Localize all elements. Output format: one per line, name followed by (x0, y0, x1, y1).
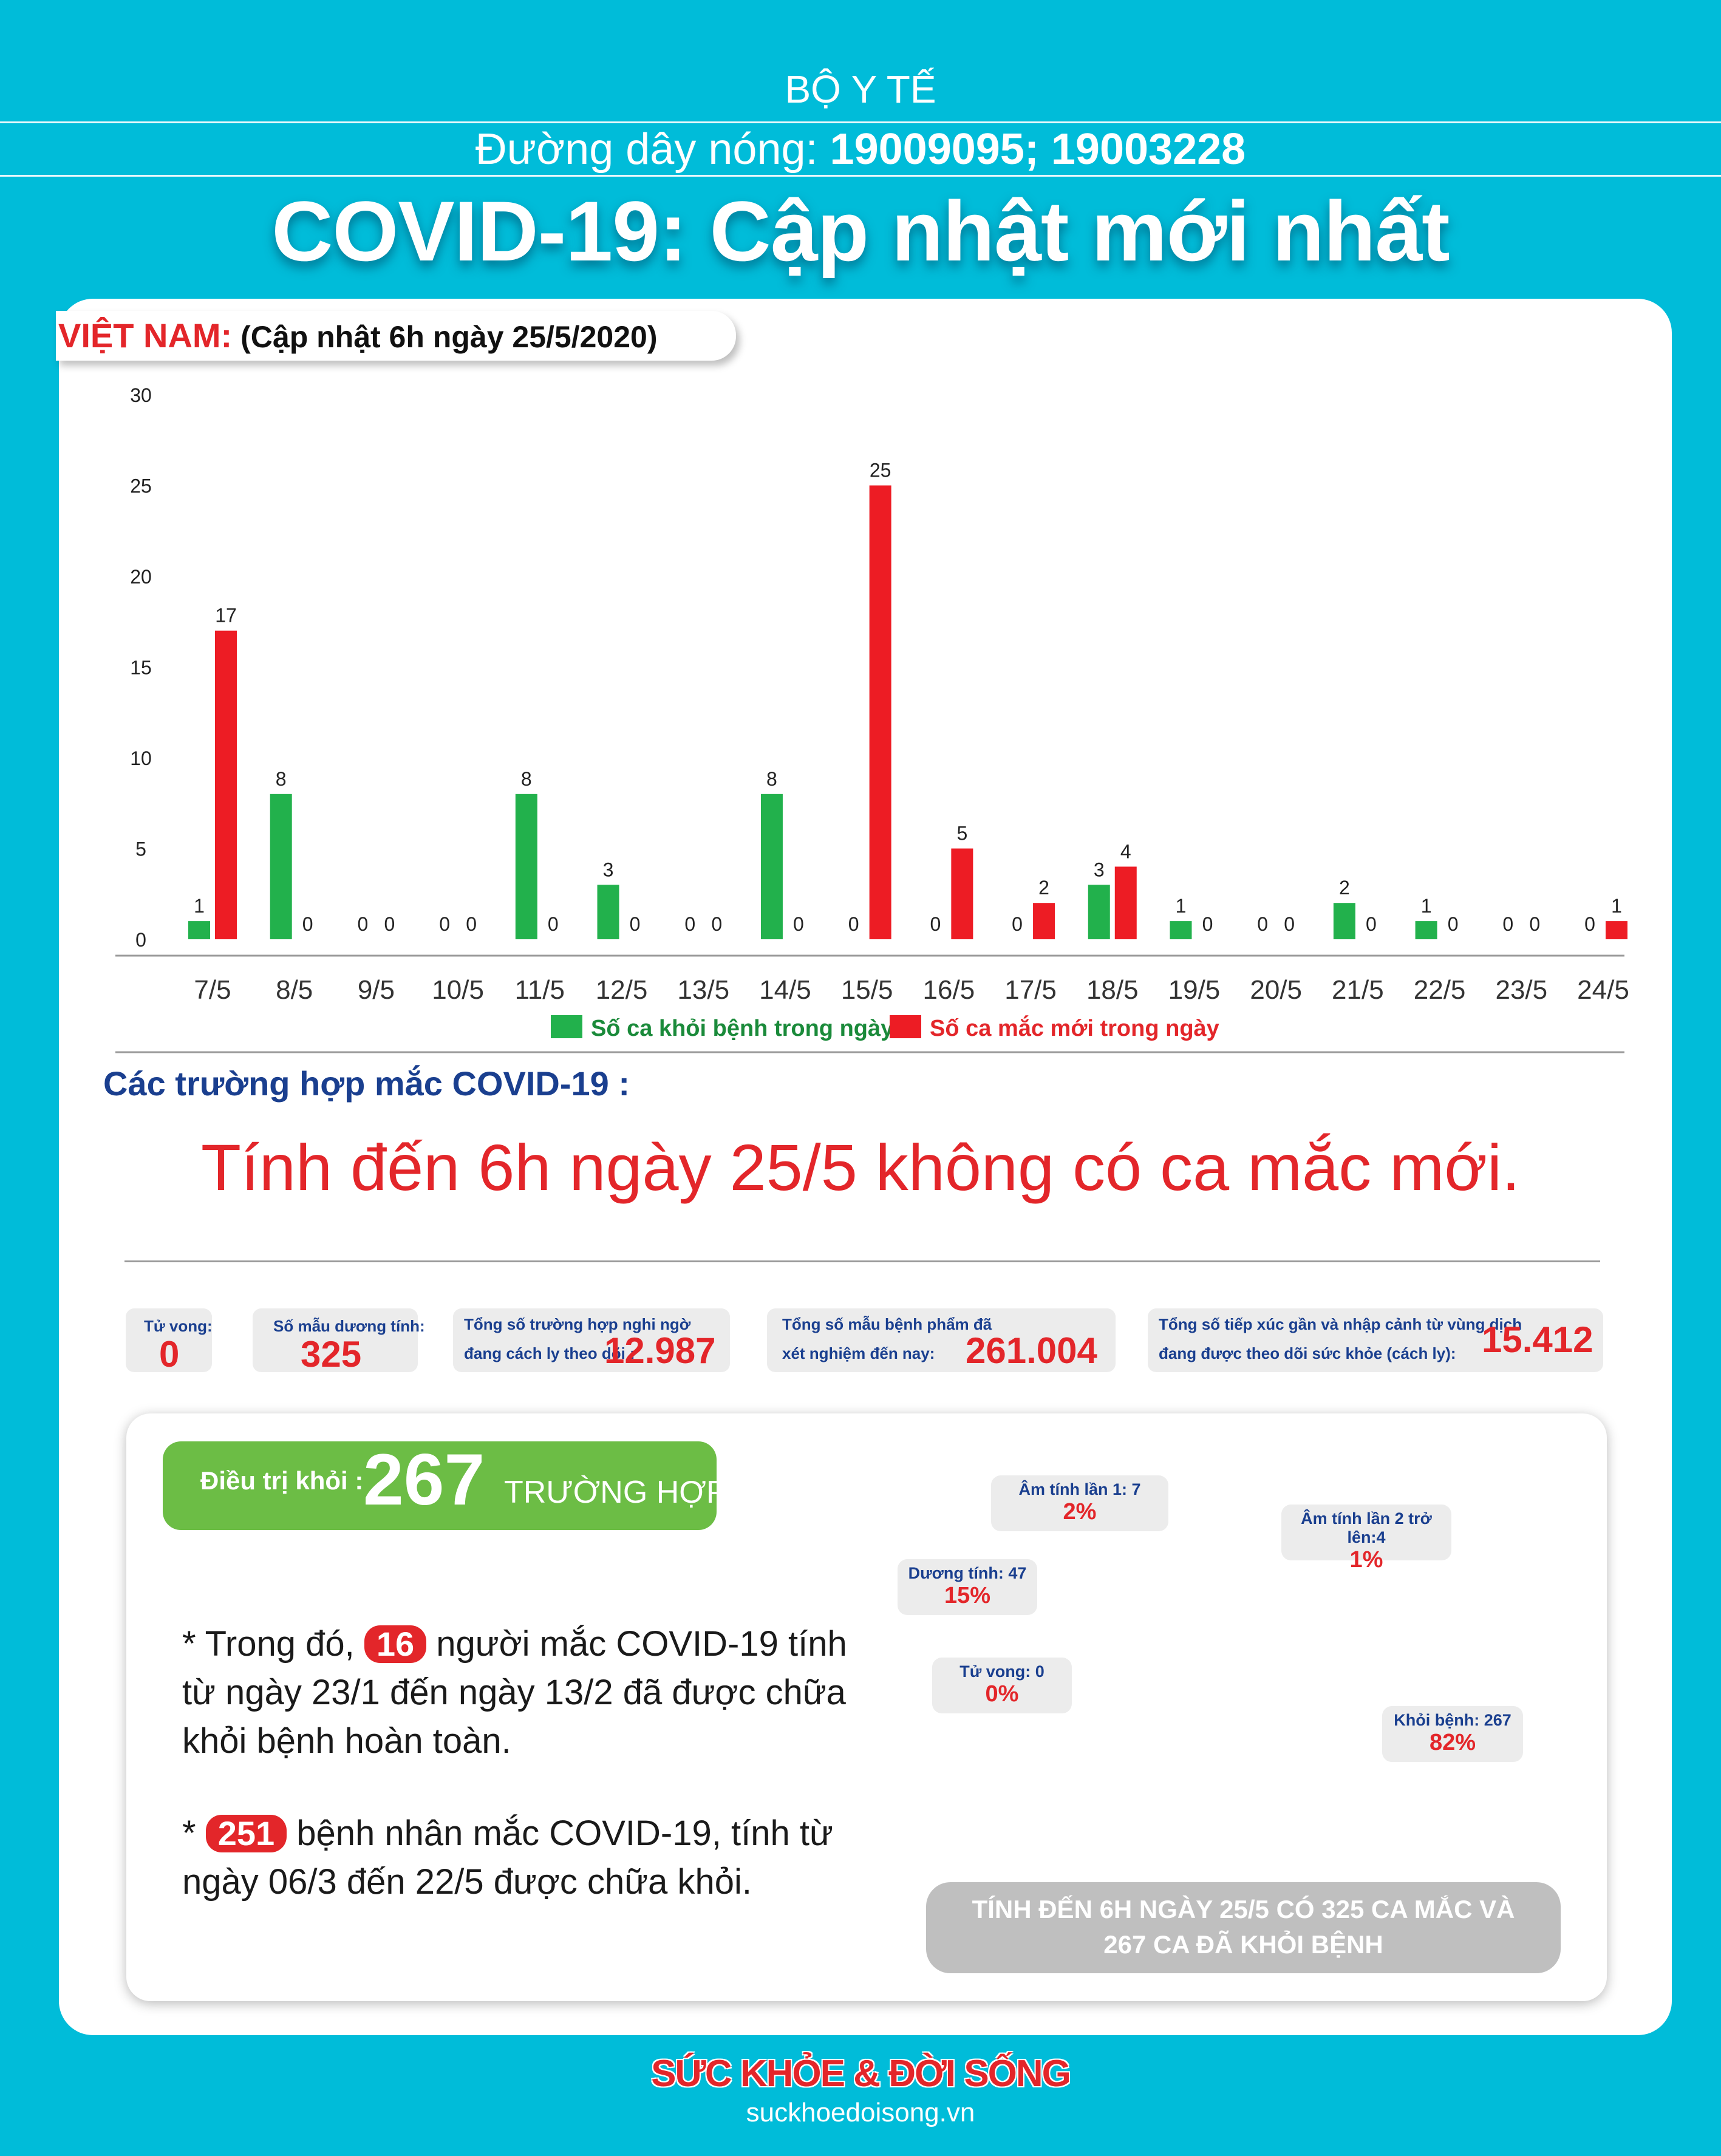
stat-tested-value: 261.004 (966, 1330, 1097, 1371)
pie-label-recovered-text: Khỏi bệnh: 267 (1394, 1711, 1511, 1729)
pie-label-positive-pct: 15% (944, 1583, 991, 1608)
pie-label-neg2-pct: 1% (1349, 1547, 1383, 1573)
stat-contacts-label-2: đang được theo dõi sức khỏe (cách ly): (1159, 1344, 1456, 1362)
recovered-label: Điều trị khỏi : (200, 1466, 364, 1495)
note-1-line-1: * Trong đó, 16 người mắc COVID-19 tính (182, 1624, 847, 1664)
stat-tested-label-2: xét nghiệm đến nay: (782, 1344, 935, 1362)
footer-site[interactable]: suckhoedoisong.vn (0, 2098, 1721, 2128)
stat-contacts-value: 15.412 (1482, 1319, 1593, 1360)
stat-tested-label-1: Tổng số mẫu bệnh phẩm đã (782, 1315, 992, 1333)
note-2: * 251 bệnh nhân mắc COVID-19, tính từ ng… (182, 1809, 833, 1906)
page-title: COVID-19: Cập nhật mới nhất (271, 183, 1450, 279)
section-divider (124, 1260, 1600, 1262)
stat-positive-value: 325 (301, 1334, 362, 1375)
pie-label-neg1: Âm tính lần 1: 7 2% (991, 1475, 1168, 1531)
hotline: Đường dây nóng: 19009095; 19003228 (0, 124, 1721, 174)
note-2-line-1: * 251 bệnh nhân mắc COVID-19, tính từ (182, 1814, 833, 1853)
vietnam-label: VIỆT NAM: (58, 316, 233, 355)
pie-label-neg2-text: Âm tính lần 2 trở lên:4 (1301, 1509, 1432, 1546)
vietnam-title: VIỆT NAM: (Cập nhật 6h ngày 25/5/2020) (58, 316, 657, 355)
cases-section-title: Các trường hợp mắc COVID-19 : (103, 1064, 630, 1103)
note-1-line-3: khỏi bệnh hoàn toàn. (182, 1721, 511, 1761)
pie-label-death: Tử vong: 0 0% (932, 1658, 1072, 1713)
hotline-numbers: 19009095; 19003228 (830, 125, 1246, 174)
pie-label-recovered: Khỏi bệnh: 267 82% (1382, 1706, 1523, 1762)
note-2-badge: 251 (205, 1815, 287, 1852)
header-divider-top (0, 121, 1721, 123)
ministry-name: BỘ Y TẾ (785, 67, 936, 111)
pie-label-neg1-pct: 2% (1063, 1499, 1097, 1525)
recovered-value: 267 (363, 1439, 485, 1520)
hotline-label: Đường dây nóng: (475, 125, 818, 174)
pie-label-positive: Dương tính: 47 15% (898, 1559, 1037, 1615)
note-1-line-2: từ ngày 23/1 đến ngày 13/2 đã được chữa (182, 1673, 846, 1712)
note-2-line-2: ngày 06/3 đến 22/5 được chữa khỏi. (182, 1862, 752, 1902)
pie-label-positive-text: Dương tính: 47 (908, 1564, 1027, 1582)
pie-label-recovered-pct: 82% (1429, 1730, 1476, 1755)
pie-label-death-text: Tử vong: 0 (959, 1662, 1045, 1681)
stat-contacts-label-1: Tổng số tiếp xúc gần và nhập cảnh từ vùn… (1159, 1315, 1522, 1333)
pie-label-death-pct: 0% (985, 1681, 1019, 1707)
header-divider-bottom (0, 175, 1721, 177)
note-1: * Trong đó, 16 người mắc COVID-19 tính t… (182, 1620, 847, 1766)
summary-line-1: TÍNH ĐẾN 6H NGÀY 25/5 CÓ 325 CA MẮC VÀ (972, 1895, 1515, 1923)
note-1-badge: 16 (364, 1625, 427, 1663)
brand-logo: SỨC KHỎE & ĐỜI SỐNG (651, 2053, 1071, 2095)
recovered-unit: TRƯỜNG HỢP (504, 1475, 728, 1510)
vietnam-update: (Cập nhật 6h ngày 25/5/2020) (240, 320, 658, 354)
summary-banner: TÍNH ĐẾN 6H NGÀY 25/5 CÓ 325 CA MẮC VÀ 2… (926, 1882, 1561, 1973)
summary-line-2: 267 CA ĐÃ KHỎI BỆNH (1103, 1930, 1383, 1959)
cases-headline: Tính đến 6h ngày 25/5 không có ca mắc mớ… (200, 1131, 1521, 1204)
pie-label-neg2: Âm tính lần 2 trở lên:4 1% (1281, 1505, 1451, 1573)
stat-deaths-value: 0 (159, 1334, 180, 1375)
pie-label-neg1-text: Âm tính lần 1: 7 (1018, 1480, 1141, 1498)
stat-suspected-value: 12.987 (604, 1330, 716, 1371)
